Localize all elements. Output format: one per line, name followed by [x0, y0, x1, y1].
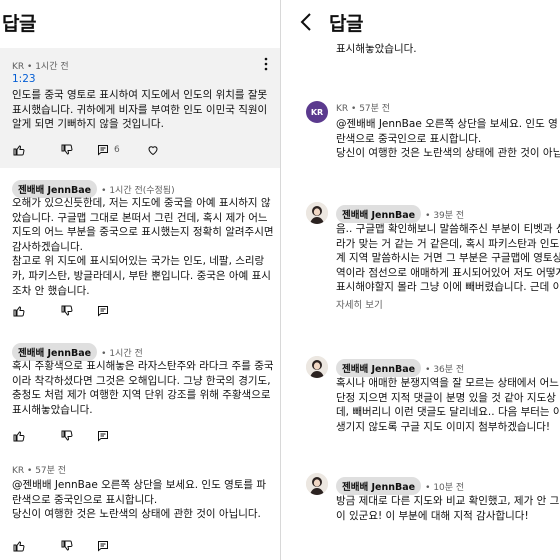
- comment-line: @젠배배 JennBae 오른쪽 상단을 보세요. 인도 영토를 파: [12, 479, 267, 491]
- comment-author[interactable]: KR: [12, 62, 24, 72]
- comment-time: 57분 전: [359, 104, 391, 114]
- comment-body: 방금 제대로 다른 지도와 비교 확인했고, 제가 안 그린 이 있군요! 이 …: [336, 494, 560, 523]
- comment-line: 지도의 어느 부분을 중국으로 표시했는지 정확히 알려주시면: [12, 226, 274, 239]
- avatar[interactable]: [306, 356, 328, 378]
- right-panel: 답글 표시해놓았습니다. KR KR • 57분 전 @젠배배 JennBae …: [281, 0, 560, 560]
- more-vert-icon[interactable]: [263, 56, 269, 75]
- avatar[interactable]: [306, 202, 328, 224]
- comment-time: 1시간 전: [35, 62, 69, 72]
- comment-line: 역이라 점선으로 애매하게 표시되어있어 저도 어떻게: [336, 266, 560, 279]
- comment-line: 데, 빼버리니 이런 댓글도 달리네요.. 다음 부터는 이: [336, 406, 560, 419]
- thumbs-up-icon[interactable]: [12, 304, 26, 318]
- comment-line: 방금 제대로 다른 지도와 비교 확인했고, 제가 안 그린: [336, 495, 560, 507]
- comment-time: 39분 전: [433, 211, 465, 221]
- comment-line: 란색으로 중국인으로 표시합니다.: [12, 493, 158, 506]
- comment-line: @젠배배 JennBae 오른쪽 상단을 보세요. 인도 영: [336, 118, 558, 130]
- comment-line: 혹시 주황색으로 표시해놓은 라자스탄주와 라다크 주를 중국: [12, 360, 274, 372]
- comment-line: 란색으로 중국인으로 표시합니다.: [336, 132, 482, 145]
- comment-line: 인도를 중국 영토로 표시하여 지도에서 인도의 위치를 잘못: [12, 89, 268, 101]
- comment-line: 참고로 위 지도에 표시되어있는 국가는 인도, 네팔, 스리랑: [12, 255, 265, 268]
- comment-body: @젠배배 JennBae 오른쪽 상단을 보세요. 인도 영토를 파 란색으로 …: [12, 478, 266, 522]
- thumbs-down-icon[interactable]: [60, 429, 74, 443]
- comment-time: 10분 전: [433, 483, 465, 493]
- comment-actions: [12, 538, 110, 554]
- thumbs-up-icon[interactable]: [12, 429, 26, 443]
- comment-time: 1시간 전: [109, 349, 143, 359]
- comment-line: 음.. 구글맵 확인해보니 말씀해주신 부분이 티벳과 신: [336, 223, 560, 235]
- reply-icon[interactable]: [96, 304, 110, 318]
- comment-actions: [12, 303, 110, 319]
- thumbs-down-icon[interactable]: [60, 143, 74, 157]
- reply-icon[interactable]: [96, 539, 110, 553]
- left-panel: 답글 KR • 1시간 전 1:23 인도를 중국 영토로 표시하여 지도에서 …: [0, 0, 280, 560]
- comment-body: 오해가 있으신듯한데, 저는 지도에 중국을 아예 표시하지 않 았습니다. 구…: [12, 196, 274, 298]
- comment-line: 감사하겠습니다.: [12, 240, 83, 253]
- previous-comment-fragment: 표시해놓았습니다.: [336, 43, 417, 55]
- comment-time: 1시간 전(수정됨): [109, 186, 175, 196]
- comment-line: 표시해야할지 몰라 그냥 이에 빼버렸습니다. 근데 이: [336, 281, 560, 294]
- comment-actions: [12, 428, 110, 444]
- thumbs-down-icon[interactable]: [60, 539, 74, 553]
- comment-line: 표시했습니다. 귀하에게 비자를 부여한 인도 이민국 직원이: [12, 103, 268, 116]
- comment-line: 카, 파키스탄, 방글라데시, 부탄 뿐입니다. 중국은 아예 표시: [12, 269, 271, 282]
- comment-line: 단정 지으면 지적 댓글이 분명 있을 것 같아 지도상: [336, 391, 556, 404]
- comment-line: 당신이 여행한 것은 노란색의 상태에 관한 것이 아닙: [336, 147, 560, 160]
- read-more-link[interactable]: 자세히 보기: [336, 297, 383, 311]
- thumbs-up-icon[interactable]: [12, 539, 26, 553]
- comment-line: 았습니다. 구글맵 그대로 본떠서 그린 건데, 혹시 제가 어느: [12, 211, 268, 224]
- comment-line: 이 있군요! 이 부분에 대해 지적 감사합니다!: [336, 509, 529, 522]
- left-header: 답글: [0, 0, 280, 44]
- comment-body: 혹시나 애매한 분쟁지역을 잘 모르는 상태에서 어느 단정 지으면 지적 댓글…: [336, 376, 560, 434]
- comment-line: 당신이 여행한 것은 노란색의 상태에 관한 것이 아닙니다.: [12, 508, 261, 521]
- comment-actions: 6: [12, 142, 160, 158]
- timestamp-link[interactable]: 1:23: [12, 73, 36, 85]
- avatar[interactable]: [306, 473, 328, 495]
- page-title: 답글: [2, 12, 36, 35]
- comment-line: 알게 되면 기뻐하지 않을 것입니다.: [12, 118, 164, 131]
- comment-line: 라가 맞는 거 같는 거 같은데, 혹시 파키스탄과 인도: [336, 237, 560, 250]
- reply-count: 6: [114, 145, 120, 155]
- avatar[interactable]: KR: [306, 101, 328, 123]
- page-title: 답글: [329, 12, 363, 35]
- heart-icon[interactable]: [146, 143, 160, 157]
- thumbs-down-icon[interactable]: [60, 304, 74, 318]
- author-chip[interactable]: 젠배배 JennBae: [336, 205, 422, 223]
- thumbs-up-icon[interactable]: [12, 143, 26, 157]
- comment-body: 인도를 중국 영토로 표시하여 지도에서 인도의 위치를 잘못 표시했습니다. …: [12, 88, 267, 132]
- comment-author[interactable]: KR: [336, 104, 348, 114]
- comment-body: 음.. 구글맵 확인해보니 말씀해주신 부분이 티벳과 신 라가 맞는 거 같는…: [336, 222, 560, 295]
- comment-time: 36분 전: [433, 365, 465, 375]
- right-header: 답글: [281, 0, 560, 44]
- comment-line: 계 지역 말씀하시는 거면 그 부분은 구글맵에 영토상: [336, 252, 560, 265]
- comment-body: @젠배배 JennBae 오른쪽 상단을 보세요. 인도 영 란색으로 중국인으…: [336, 117, 560, 161]
- comment-author[interactable]: KR: [12, 466, 24, 476]
- reply-icon[interactable]: [96, 429, 110, 443]
- comment-body: 혹시 주황색으로 표시해놓은 라자스탄주와 라다크 주를 중국 이라 착각하셨다…: [12, 359, 274, 417]
- comment-line: 혹시나 애매한 분쟁지역을 잘 모르는 상태에서 어느: [336, 377, 559, 389]
- comment-line: 표시해놓았습니다.: [12, 403, 93, 416]
- comment-time: 57분 전: [35, 466, 67, 476]
- comment-line: 오해가 있으신듯한데, 저는 지도에 중국을 아예 표시하지 않: [12, 197, 271, 209]
- chevron-left-icon[interactable]: [295, 11, 317, 33]
- comment-line: 충청도 처럼 제가 여행한 지역 단위 강조를 위해 주황색으로: [12, 389, 271, 402]
- comment-line: 이라 착각하셨다면 그것은 오해입니다. 그냥 한국의 경기도,: [12, 374, 271, 387]
- author-chip[interactable]: 젠배배 JennBae: [336, 359, 422, 377]
- comment-line: 생기지 않도록 구글 지도 이미지 첨부하겠습니다!: [336, 420, 551, 433]
- comment-line: 조차 안 했습니다.: [12, 284, 90, 297]
- reply-icon[interactable]: [96, 143, 110, 157]
- author-chip[interactable]: 젠배배 JennBae: [336, 477, 422, 495]
